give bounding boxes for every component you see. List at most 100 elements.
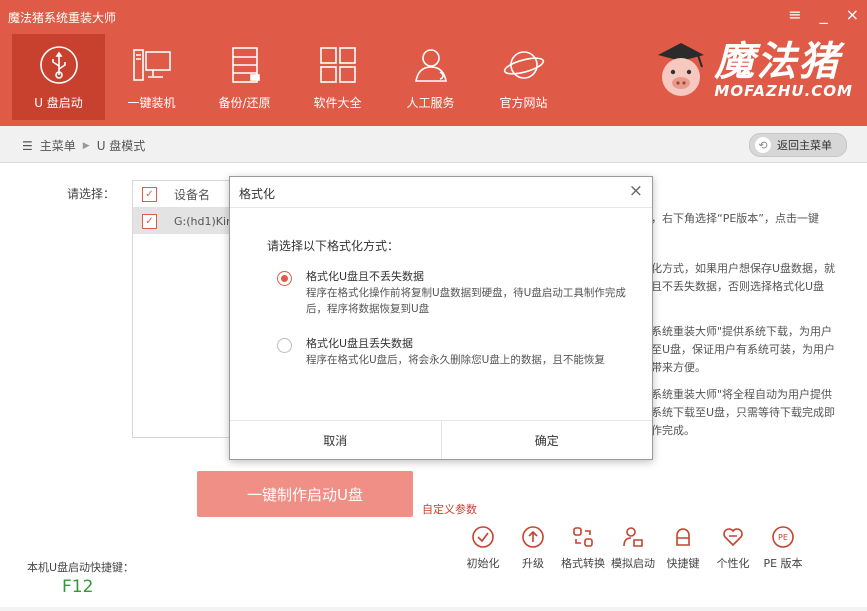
tool-personalize[interactable]: 个性化 — [710, 525, 756, 571]
back-to-main-button[interactable]: ⟲ 返回主菜单 — [749, 133, 847, 157]
column-header-device: 设备名 — [174, 187, 211, 202]
hotkey-label: 本机U盘启动快捷键： — [27, 561, 135, 574]
nav-label: 备份/还原 — [218, 96, 271, 110]
nav-label: 软件大全 — [313, 96, 362, 110]
select-all-checkbox[interactable]: ✓ — [142, 186, 157, 202]
back-arrow-icon: ⟲ — [755, 137, 771, 153]
tool-hotkey[interactable]: 快捷键 — [660, 525, 706, 571]
tool-upgrade[interactable]: 升级 — [510, 525, 556, 571]
menu-button[interactable]: ≡ — [788, 6, 801, 24]
nav-website[interactable]: 官方网站 — [477, 34, 570, 120]
check-circle-icon — [472, 526, 494, 548]
dialog-header: 格式化 × — [230, 177, 652, 208]
info-line: 系统重装大师"将全程自动为用户提供 — [651, 388, 833, 401]
format-option-keep-data[interactable]: 格式化U盘且不丢失数据 程序在格式化操作前将复制U盘数据到硬盘，待U盘启动工具制… — [277, 269, 636, 317]
device-table: ✓ 设备名 ✓ G:(hd1)Kingston DataTraveler — [132, 180, 234, 438]
window-controls: ≡ _ × — [788, 6, 859, 24]
option-title: 格式化U盘且丢失数据 — [306, 337, 414, 350]
make-boot-usb-button[interactable]: 一键制作启动U盘 — [197, 471, 413, 517]
dialog-footer: 取消 确定 — [230, 420, 652, 459]
nav-label: 人工服务 — [406, 96, 455, 110]
info-paragraph: ，右下角选择“PE版本”，点击一键 — [651, 210, 851, 228]
dialog-title: 格式化 — [239, 187, 276, 201]
info-paragraph: 系统重装大师"将全程自动为用户提供 系统下载至U盘，只需等待下载完成即 作完成。 — [651, 386, 851, 440]
minimize-button[interactable]: _ — [820, 6, 828, 24]
grid-icon — [319, 47, 356, 83]
nav-label: 官方网站 — [499, 96, 548, 110]
dialog-close-icon[interactable]: × — [629, 182, 643, 200]
info-line: 化方式，如果用户想保存U盘数据，就 — [651, 262, 836, 275]
usb-icon — [39, 46, 78, 84]
info-line: ，右下角选择“PE版本”，点击一键 — [651, 212, 819, 225]
tool-label: 快捷键 — [666, 557, 700, 570]
info-paragraph: 化方式，如果用户想保存U盘数据，就 且不丢失数据，否则选择格式化U盘 — [651, 260, 851, 296]
arrow-up-circle-icon — [522, 526, 544, 548]
tool-initialize[interactable]: 初始化 — [460, 525, 506, 571]
window-title: 魔法猪系统重装大师 — [8, 11, 117, 25]
nav-software[interactable]: 软件大全 — [291, 34, 384, 120]
nav-one-click-install[interactable]: 一键装机 — [105, 34, 198, 120]
brand-logo: 魔法猪 MOFAZHU.COM — [652, 40, 853, 100]
pe-icon: PE — [772, 526, 794, 548]
select-label: 请选择： — [67, 187, 116, 201]
pig-mascot-icon — [658, 43, 705, 96]
person-monitor-icon — [623, 527, 643, 547]
breadcrumb-current: U 盘模式 — [96, 139, 146, 153]
info-line: 至U盘，保证用户有系统可装，为用户 — [651, 343, 836, 356]
tool-pe-version[interactable]: PE PE 版本 — [760, 525, 806, 571]
info-line: 带来方便。 — [651, 361, 706, 374]
info-line: 系统下载至U盘，只需等待下载完成即 — [651, 406, 836, 419]
tool-simulate-boot[interactable]: 模拟启动 — [610, 525, 656, 571]
info-line: 系统重装大师"提供系统下载，为用户 — [651, 325, 833, 338]
nav-label: 一键装机 — [127, 96, 176, 110]
close-window-button[interactable]: × — [846, 6, 859, 24]
cancel-button[interactable]: 取消 — [230, 421, 441, 459]
brand-name-cn: 魔法猪 — [714, 38, 841, 85]
format-dialog: 格式化 × 请选择以下格式化方式： 格式化U盘且不丢失数据 程序在格式化操作前将… — [229, 176, 653, 460]
header-bar: 魔法猪系统重装大师 ≡ _ × U 盘启动 一键装机 备份/还原 软件大全 人工… — [0, 0, 867, 126]
tool-label: 格式转换 — [561, 557, 605, 570]
planet-icon — [503, 51, 544, 79]
computer-icon — [132, 49, 171, 81]
device-checkbox[interactable]: ✓ — [142, 213, 157, 229]
breadcrumb-bar: ☰ 主菜单 ▶ U 盘模式 ⟲ 返回主菜单 — [0, 126, 867, 163]
option-description: 程序在格式化操作前将复制U盘数据到硬盘，待U盘启动工具制作完成后，程序将数据恢复… — [306, 287, 626, 315]
tool-format-convert[interactable]: 格式转换 — [560, 525, 606, 571]
radio-lose-data[interactable] — [277, 338, 292, 353]
main-nav: U 盘启动 一键装机 备份/还原 软件大全 人工服务 官方网站 — [12, 34, 570, 120]
tool-label: PE 版本 — [763, 557, 803, 570]
document-icon — [231, 47, 260, 83]
nav-backup-restore[interactable]: 备份/还原 — [198, 34, 291, 120]
key-icon — [676, 528, 690, 546]
table-row[interactable]: ✓ G:(hd1)Kingston DataTraveler — [133, 208, 233, 234]
info-paragraph: 系统重装大师"提供系统下载，为用户 至U盘，保证用户有系统可装，为用户 带来方便… — [651, 323, 851, 377]
app-window: 魔法猪系统重装大师 ≡ _ × U 盘启动 一键装机 备份/还原 软件大全 人工… — [0, 0, 867, 611]
breadcrumb-root[interactable]: 主菜单 — [40, 137, 76, 154]
nav-service[interactable]: 人工服务 — [384, 34, 477, 120]
person-icon — [414, 49, 447, 82]
tool-bar: 初始化 升级 格式转换 模拟启动 快捷键 个性化 PE PE 版本 — [460, 525, 810, 571]
info-line: 且不丢失数据，否则选择格式化U盘 — [651, 280, 825, 293]
radio-keep-data[interactable] — [277, 271, 292, 286]
hotkey-value: F12 — [62, 577, 94, 597]
breadcrumb-arrow-icon: ▶ — [82, 140, 90, 151]
tool-label: 模拟启动 — [611, 557, 655, 570]
nav-label: U 盘启动 — [34, 96, 83, 110]
confirm-button[interactable]: 确定 — [440, 421, 653, 459]
custom-params-link[interactable]: 自定义参数 — [422, 501, 477, 517]
option-title: 格式化U盘且不丢失数据 — [306, 270, 425, 283]
brand-name-en: MOFAZHU.COM — [714, 82, 853, 100]
dialog-prompt: 请选择以下格式化方式： — [267, 239, 400, 253]
info-line: 作完成。 — [651, 424, 695, 437]
tool-label: 初始化 — [466, 557, 500, 570]
breadcrumb: ☰ 主菜单 ▶ U 盘模式 — [22, 137, 145, 154]
bottom-strip — [0, 607, 867, 611]
nav-usb-boot[interactable]: U 盘启动 — [12, 34, 105, 120]
option-description: 程序在格式化U盘后，将会永久删除您U盘上的数据，且不能恢复 — [306, 354, 605, 366]
back-button-label: 返回主菜单 — [777, 139, 832, 152]
format-option-lose-data[interactable]: 格式化U盘且丢失数据 程序在格式化U盘后，将会永久删除您U盘上的数据，且不能恢复 — [277, 336, 636, 368]
tool-label: 升级 — [522, 557, 544, 570]
device-name: G:(hd1)Kingston DataTraveler — [174, 214, 233, 228]
tool-label: 个性化 — [716, 557, 750, 570]
convert-icon — [573, 527, 593, 547]
